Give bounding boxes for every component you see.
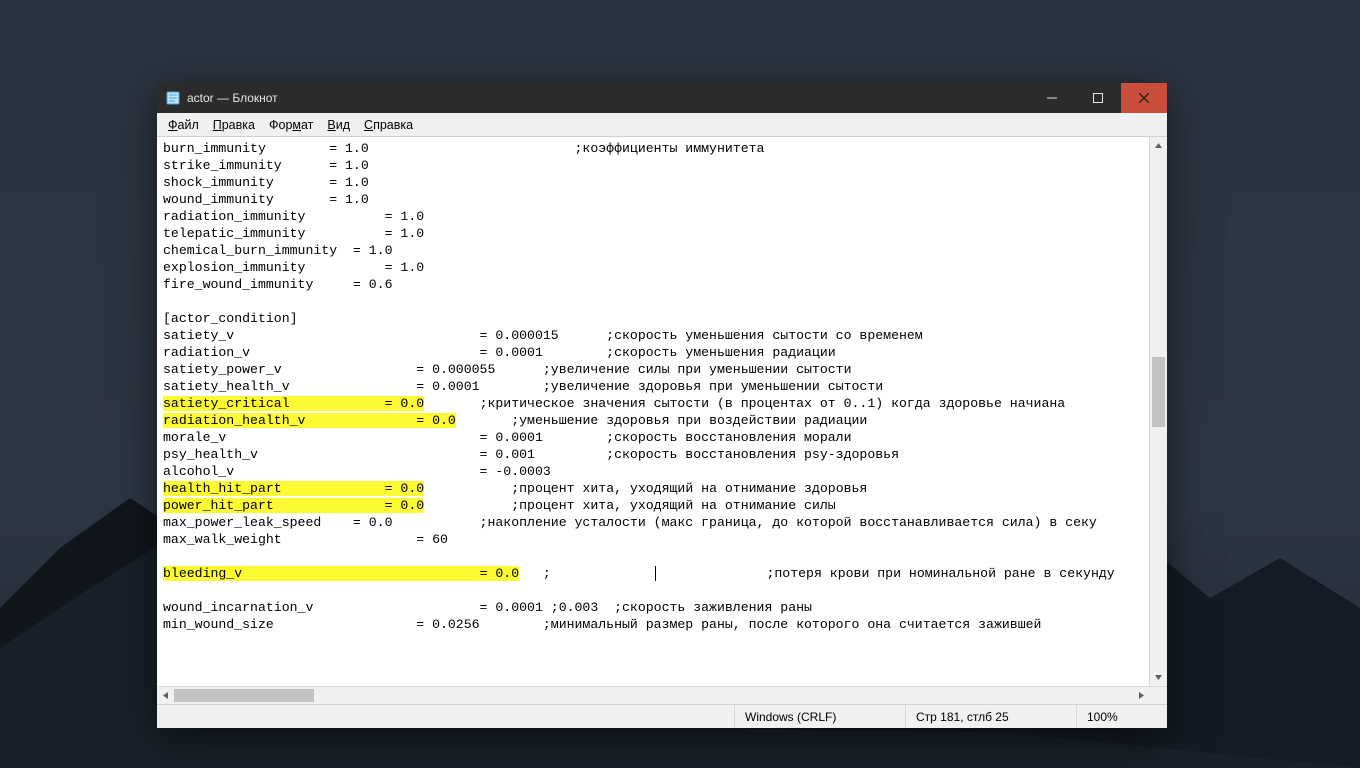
menu-bar: Файл Правка Формат Вид Справка	[157, 113, 1167, 137]
scrollbar-corner	[1150, 687, 1167, 704]
titlebar[interactable]: actor — Блокнот	[157, 83, 1167, 113]
minimize-button[interactable]	[1029, 83, 1075, 113]
status-line-ending: Windows (CRLF)	[734, 705, 905, 728]
status-zoom: 100%	[1076, 705, 1167, 728]
editor-content[interactable]: burn_immunity = 1.0 ;коэффициенты иммуни…	[157, 137, 1149, 636]
window-title: actor — Блокнот	[187, 91, 278, 105]
scroll-down-arrow-icon[interactable]	[1150, 669, 1167, 686]
horizontal-scroll-track[interactable]	[174, 687, 1133, 704]
notepad-window: actor — Блокнот Файл Правка Формат Вид С…	[157, 83, 1167, 728]
text-editor-area[interactable]: burn_immunity = 1.0 ;коэффициенты иммуни…	[157, 137, 1149, 686]
maximize-button[interactable]	[1075, 83, 1121, 113]
menu-edit[interactable]: Правка	[206, 116, 262, 134]
status-cursor-position: Стр 181, стлб 25	[905, 705, 1076, 728]
menu-file[interactable]: Файл	[161, 116, 206, 134]
close-button[interactable]	[1121, 83, 1167, 113]
menu-help[interactable]: Справка	[357, 116, 420, 134]
scroll-up-arrow-icon[interactable]	[1150, 137, 1167, 154]
menu-view[interactable]: Вид	[320, 116, 357, 134]
horizontal-scrollbar[interactable]	[157, 686, 1167, 704]
scroll-right-arrow-icon[interactable]	[1133, 687, 1150, 704]
horizontal-scroll-thumb[interactable]	[174, 689, 314, 702]
vertical-scrollbar[interactable]	[1149, 137, 1167, 686]
notepad-app-icon	[165, 90, 181, 106]
status-bar: Windows (CRLF) Стр 181, стлб 25 100%	[157, 704, 1167, 728]
menu-format[interactable]: Формат	[262, 116, 320, 134]
scroll-left-arrow-icon[interactable]	[157, 687, 174, 704]
vertical-scroll-thumb[interactable]	[1152, 357, 1165, 427]
